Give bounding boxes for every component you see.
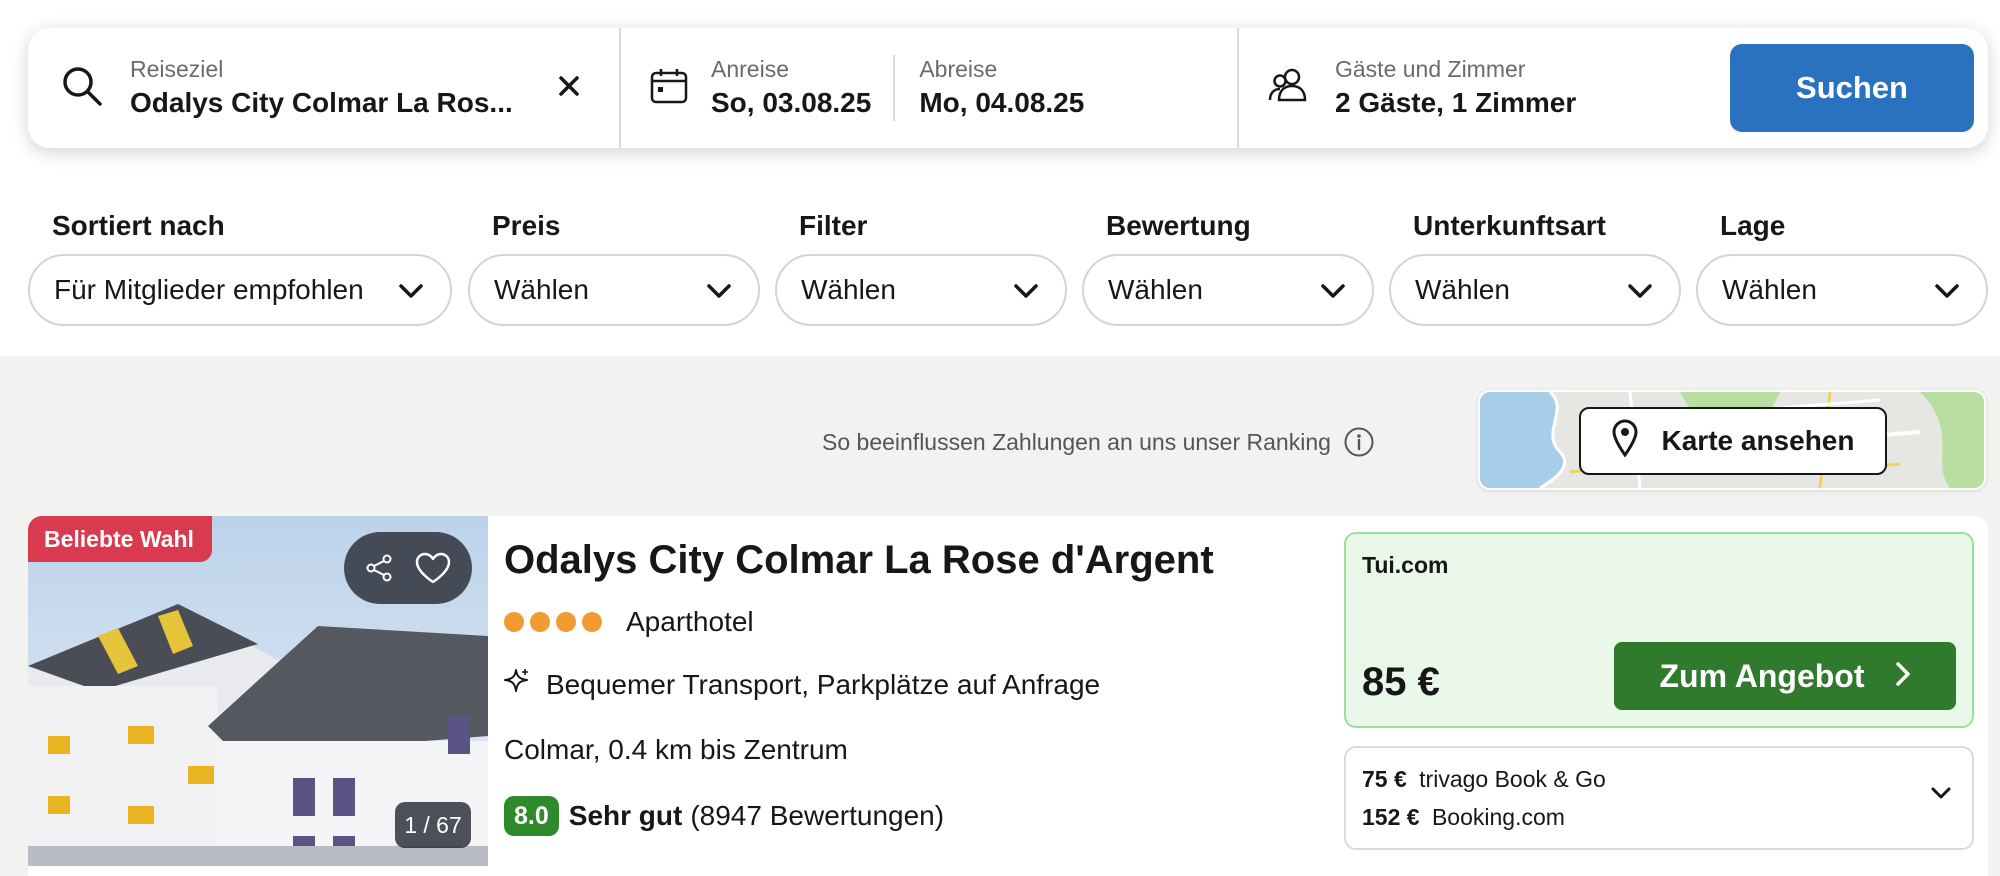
filter-value: Wählen (1415, 274, 1510, 305)
ranking-note-text: So beeinflussen Zahlungen an uns unser R… (822, 428, 1331, 455)
location-text: Colmar, 0.4 km bis Zentrum (504, 734, 848, 765)
filter-price: Preis Wählen (468, 206, 760, 326)
filter-value: Wählen (801, 274, 896, 305)
chevron-down-icon[interactable] (1930, 786, 1952, 800)
search-icon (60, 64, 104, 113)
clear-destination-button[interactable] (549, 68, 589, 108)
view-deal-label: Zum Angebot (1659, 657, 1865, 694)
amenities-row: Bequemer Transport, Parkplätze auf Anfra… (504, 668, 1100, 701)
filter-label: Preis (492, 210, 561, 241)
image-actions (344, 532, 472, 604)
checkin-field[interactable]: Anreise So, 03.08.25 (689, 54, 871, 122)
rating-score-badge: 8.0 (504, 796, 559, 836)
search-button[interactable]: Suchen (1730, 44, 1974, 132)
other-deal-row: 75 € trivago Book & Go (1362, 766, 1606, 793)
rating-row[interactable]: 8.0 Sehr gut (8947 Bewertungen) (504, 796, 944, 836)
filter-label: Unterkunftsart (1413, 210, 1606, 241)
filter-dropdown[interactable]: Wählen (775, 254, 1067, 326)
destination-field[interactable]: Reiseziel Odalys City Colmar La Ros... (28, 28, 621, 148)
hotel-type-row: Aparthotel (504, 606, 754, 638)
accommodation-type-dropdown[interactable]: Wählen (1389, 254, 1681, 326)
info-icon[interactable] (1343, 426, 1375, 458)
map-pin-icon (1612, 419, 1662, 464)
rating-count: (8947 Bewertungen) (690, 800, 945, 831)
chevron-down-icon (1320, 274, 1346, 306)
checkout-value: Mo, 04.08.25 (919, 87, 1085, 118)
checkin-value: So, 03.08.25 (711, 87, 872, 118)
other-deal-row: 152 € Booking.com (1362, 804, 1565, 831)
guests-icon (1267, 66, 1311, 111)
filter-accommodation-type: Unterkunftsart Wählen (1389, 206, 1681, 326)
image-counter: 1 / 67 (395, 802, 471, 848)
destination-value[interactable]: Odalys City Colmar La Ros... (130, 84, 513, 122)
view-map-label: Karte ansehen (1661, 425, 1855, 456)
filter-value: Wählen (494, 274, 589, 305)
hotel-image[interactable]: Beliebte Wahl 1 / 67 (28, 516, 488, 866)
other-deals-box[interactable]: 75 € trivago Book & Go 152 € Booking.com (1344, 746, 1974, 850)
filter-label: Filter (799, 210, 868, 241)
star-dot (530, 612, 550, 632)
guests-label: Gäste und Zimmer (1335, 56, 1526, 82)
calendar-icon (649, 66, 689, 111)
other-deal-provider: Booking.com (1431, 804, 1565, 830)
chevron-down-icon (1013, 274, 1039, 306)
deal-provider: Tui.com (1362, 552, 1449, 578)
close-icon (557, 74, 581, 103)
hotel-name[interactable]: Odalys City Colmar La Rose d'Argent (504, 538, 1214, 583)
price-dropdown[interactable]: Wählen (468, 254, 760, 326)
star-dot (556, 612, 576, 632)
filter-sort: Sortiert nach Für Mitglieder empfohlen (28, 206, 452, 326)
deal-price: 85 € (1362, 660, 1440, 704)
dates-field: Anreise So, 03.08.25 Abreise Mo, 04.08.2… (621, 28, 1239, 148)
hotel-type: Aparthotel (626, 606, 754, 637)
view-deal-button[interactable]: Zum Angebot (1614, 642, 1956, 710)
chevron-down-icon (1934, 274, 1960, 306)
location-dropdown[interactable]: Wählen (1696, 254, 1988, 326)
popular-choice-badge: Beliebte Wahl (28, 516, 212, 562)
top-deal-box[interactable]: Tui.com 85 € Zum Angebot (1344, 532, 1974, 728)
other-deal-provider: trivago Book & Go (1419, 766, 1606, 792)
other-deal-price: 75 € (1362, 766, 1407, 792)
checkin-label: Anreise (711, 56, 789, 82)
checkout-label: Abreise (919, 56, 998, 82)
chevron-down-icon (398, 274, 424, 306)
map-preview[interactable]: Karte ansehen (1478, 390, 1986, 490)
destination-label: Reiseziel (130, 56, 224, 82)
star-dot (582, 612, 602, 632)
share-icon[interactable] (364, 553, 394, 583)
star-dot (504, 612, 524, 632)
search-bar: Reiseziel Odalys City Colmar La Ros... A… (28, 28, 1988, 148)
other-deal-price: 152 € (1362, 804, 1420, 830)
chevron-down-icon (1627, 274, 1653, 306)
heart-icon[interactable] (414, 551, 452, 585)
chevron-right-icon (1865, 658, 1911, 695)
view-map-button[interactable]: Karte ansehen (1579, 407, 1887, 475)
filter-value: Wählen (1722, 274, 1817, 305)
amenities-text: Bequemer Transport, Parkplätze auf Anfra… (546, 668, 1101, 700)
sparkle-icon (504, 668, 546, 701)
rating-dropdown[interactable]: Wählen (1082, 254, 1374, 326)
filter-value: Wählen (1108, 274, 1203, 305)
date-divider (893, 55, 896, 121)
sort-dropdown[interactable]: Für Mitglieder empfohlen (28, 254, 452, 326)
filter-label: Lage (1720, 210, 1786, 241)
rating-label: Sehr gut (568, 800, 683, 831)
hotel-card: Beliebte Wahl 1 / 67 Odalys City Colmar … (28, 516, 1988, 876)
filter-filter: Filter Wählen (775, 206, 1067, 326)
guests-value: 2 Gäste, 1 Zimmer (1335, 87, 1577, 118)
filter-location: Lage Wählen (1696, 206, 1988, 326)
ranking-note[interactable]: So beeinflussen Zahlungen an uns unser R… (822, 424, 1375, 460)
chevron-down-icon (706, 274, 732, 306)
filter-value: Für Mitglieder empfohlen (54, 274, 364, 305)
star-rating (504, 612, 608, 632)
filter-label: Bewertung (1106, 210, 1251, 241)
filter-label: Sortiert nach (52, 210, 225, 241)
filter-rating: Bewertung Wählen (1082, 206, 1374, 326)
checkout-field[interactable]: Abreise Mo, 04.08.25 (919, 54, 1084, 122)
